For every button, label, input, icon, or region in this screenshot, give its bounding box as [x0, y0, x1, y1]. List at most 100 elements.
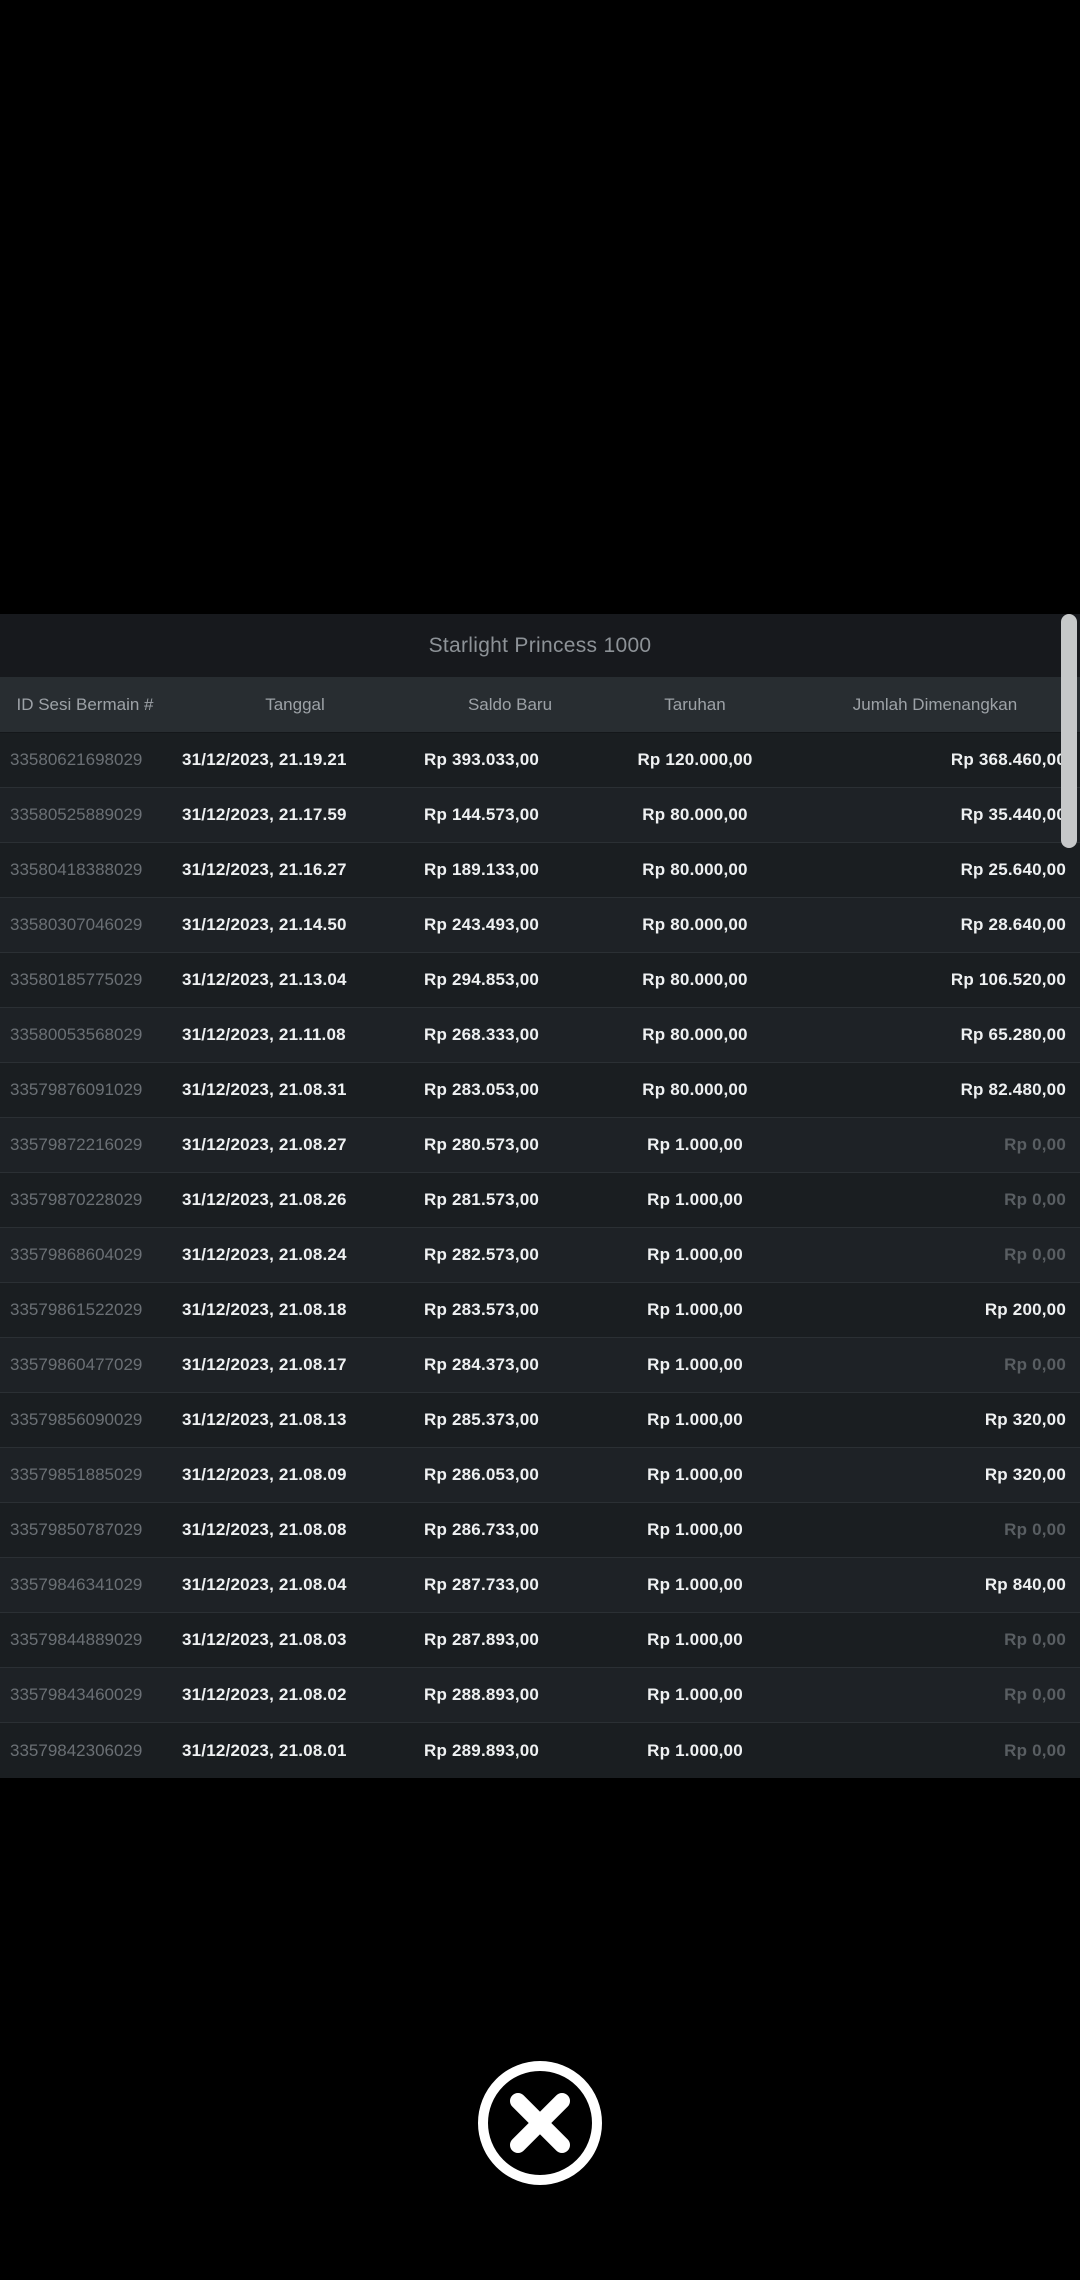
date-cell: 31/12/2023, 21.08.03 [182, 1630, 347, 1649]
table-row: 33579861522029 31/12/2023, 21.08.18 Rp 283… [0, 1283, 1080, 1338]
win-amount-cell: Rp 368.460,00 [950, 750, 1066, 769]
balance-cell: Rp 287.893,00 [424, 1630, 540, 1649]
table-header-row: ID Sesi Bermain # Tanggal Saldo Baru Tar… [0, 677, 1080, 733]
win-amount-cell: Rp 65.280,00 [960, 1025, 1066, 1044]
bet-cell: Rp 1.000,00 [647, 1135, 743, 1154]
win-amount-cell: Rp 28.640,00 [960, 915, 1066, 934]
table-row: 33579868604029 31/12/2023, 21.08.24 Rp 282… [0, 1228, 1080, 1283]
balance-cell: Rp 393.033,00 [424, 750, 540, 769]
column-header-date: Tanggal [265, 694, 325, 714]
session-id-cell: 33580053568029 [10, 1025, 143, 1044]
bet-cell: Rp 1.000,00 [647, 1410, 743, 1429]
game-title: Starlight Princess 1000 [428, 633, 652, 657]
table-row: 33579850787029 31/12/2023, 21.08.08 Rp 286… [0, 1503, 1080, 1558]
balance-cell: Rp 289.893,00 [424, 1740, 540, 1760]
session-id-cell: 33579870228029 [10, 1190, 143, 1209]
session-id-cell: 33579876091029 [10, 1080, 143, 1099]
balance-cell: Rp 281.573,00 [424, 1190, 540, 1209]
table-row: 33580185775029 31/12/2023, 21.13.04 Rp 294… [0, 953, 1080, 1008]
session-id-cell: 33579843460029 [10, 1685, 143, 1704]
column-header-bet: Taruhan [664, 694, 726, 714]
bet-cell: Rp 1.000,00 [647, 1630, 743, 1649]
table-row: 33580525889029 31/12/2023, 21.17.59 Rp 144… [0, 788, 1080, 843]
balance-cell: Rp 282.573,00 [424, 1245, 540, 1264]
bet-cell: Rp 1.000,00 [647, 1685, 743, 1704]
win-amount-cell: Rp 0,00 [1004, 1355, 1066, 1374]
bet-cell: Rp 1.000,00 [647, 1190, 743, 1209]
date-cell: 31/12/2023, 21.14.50 [182, 915, 347, 934]
bet-cell: Rp 1.000,00 [647, 1465, 743, 1484]
bet-cell: Rp 1.000,00 [647, 1575, 743, 1594]
balance-cell: Rp 294.853,00 [424, 970, 540, 989]
scrollbar-thumb[interactable] [1061, 614, 1077, 848]
table-row: 33580621698029 31/12/2023, 21.19.21 Rp 393… [0, 733, 1080, 788]
table-row: 33579856090029 31/12/2023, 21.08.13 Rp 285… [0, 1393, 1080, 1448]
bet-cell: Rp 120.000,00 [637, 750, 753, 769]
balance-cell: Rp 283.573,00 [424, 1300, 540, 1319]
date-cell: 31/12/2023, 21.11.08 [182, 1025, 346, 1044]
close-button[interactable] [477, 2060, 603, 2186]
session-id-cell: 33579851885029 [10, 1465, 143, 1484]
date-cell: 31/12/2023, 21.19.21 [182, 750, 347, 769]
session-id-cell: 33579844889029 [10, 1630, 143, 1649]
balance-cell: Rp 284.373,00 [424, 1355, 540, 1374]
win-amount-cell: Rp 840,00 [984, 1575, 1066, 1594]
bet-cell: Rp 1.000,00 [647, 1245, 743, 1264]
table-row: 33579872216029 31/12/2023, 21.08.27 Rp 280… [0, 1118, 1080, 1173]
win-amount-cell: Rp 0,00 [1004, 1190, 1066, 1209]
session-id-cell: 33580525889029 [10, 805, 143, 824]
win-amount-cell: Rp 106.520,00 [950, 970, 1066, 989]
session-id-cell: 33579860477029 [10, 1355, 143, 1374]
column-header-win: Jumlah Dimenangkan [852, 694, 1018, 714]
date-cell: 31/12/2023, 21.08.08 [182, 1520, 347, 1539]
win-amount-cell: Rp 0,00 [1004, 1520, 1066, 1539]
win-amount-cell: Rp 25.640,00 [960, 860, 1066, 879]
table-row: 33579844889029 31/12/2023, 21.08.03 Rp 287… [0, 1613, 1080, 1668]
date-cell: 31/12/2023, 21.08.04 [182, 1575, 347, 1594]
balance-cell: Rp 285.373,00 [424, 1410, 540, 1429]
date-cell: 31/12/2023, 21.08.27 [182, 1135, 347, 1154]
table-row: 33579851885029 31/12/2023, 21.08.09 Rp 286… [0, 1448, 1080, 1503]
bet-cell: Rp 80.000,00 [642, 860, 748, 879]
balance-cell: Rp 283.053,00 [424, 1080, 540, 1099]
bet-cell: Rp 80.000,00 [642, 805, 748, 824]
bet-cell: Rp 1.000,00 [647, 1740, 743, 1760]
win-amount-cell: Rp 0,00 [1004, 1685, 1066, 1704]
date-cell: 31/12/2023, 21.08.24 [182, 1245, 347, 1264]
date-cell: 31/12/2023, 21.08.26 [182, 1190, 347, 1209]
date-cell: 31/12/2023, 21.08.02 [182, 1685, 347, 1704]
session-id-cell: 33580185775029 [10, 970, 143, 989]
bet-cell: Rp 80.000,00 [642, 970, 748, 989]
table-row: 33579860477029 31/12/2023, 21.08.17 Rp 284… [0, 1338, 1080, 1393]
date-cell: 31/12/2023, 21.08.17 [182, 1355, 347, 1374]
balance-cell: Rp 286.733,00 [424, 1520, 540, 1539]
session-id-cell: 33580621698029 [10, 750, 143, 769]
bet-cell: Rp 1.000,00 [647, 1520, 743, 1539]
bet-cell: Rp 1.000,00 [647, 1300, 743, 1319]
balance-cell: Rp 268.333,00 [424, 1025, 540, 1044]
date-cell: 31/12/2023, 21.08.01 [182, 1740, 347, 1760]
screen-background: Starlight Princess 1000 ID Sesi Bermain … [0, 0, 1080, 2280]
win-amount-cell: Rp 0,00 [1004, 1740, 1066, 1760]
table-row: 33580418388029 31/12/2023, 21.16.27 Rp 189… [0, 843, 1080, 898]
column-header-balance: Saldo Baru [467, 694, 553, 714]
table-row: 33579843460029 31/12/2023, 21.08.02 Rp 288… [0, 1668, 1080, 1723]
table-row: 33580053568029 31/12/2023, 21.11.08 Rp 268… [0, 1008, 1080, 1063]
table-row: 33579876091029 31/12/2023, 21.08.31 Rp 283… [0, 1063, 1080, 1118]
balance-cell: Rp 286.053,00 [424, 1465, 540, 1484]
bet-cell: Rp 1.000,00 [647, 1355, 743, 1374]
win-amount-cell: Rp 200,00 [984, 1300, 1066, 1319]
session-id-cell: 33579872216029 [10, 1135, 143, 1154]
table-row: 33579842306029 31/12/2023, 21.08.01 Rp 289… [0, 1723, 1080, 1778]
table-row: 33579870228029 31/12/2023, 21.08.26 Rp 281… [0, 1173, 1080, 1228]
bet-cell: Rp 80.000,00 [642, 915, 748, 934]
date-cell: 31/12/2023, 21.08.09 [182, 1465, 347, 1484]
session-id-cell: 33579846341029 [10, 1575, 143, 1594]
balance-cell: Rp 288.893,00 [424, 1685, 540, 1704]
bet-cell: Rp 80.000,00 [642, 1080, 748, 1099]
win-amount-cell: Rp 320,00 [984, 1410, 1066, 1429]
date-cell: 31/12/2023, 21.13.04 [182, 970, 347, 989]
session-id-cell: 33580418388029 [10, 860, 143, 879]
date-cell: 31/12/2023, 21.17.59 [182, 805, 347, 824]
date-cell: 31/12/2023, 21.08.31 [182, 1080, 347, 1099]
